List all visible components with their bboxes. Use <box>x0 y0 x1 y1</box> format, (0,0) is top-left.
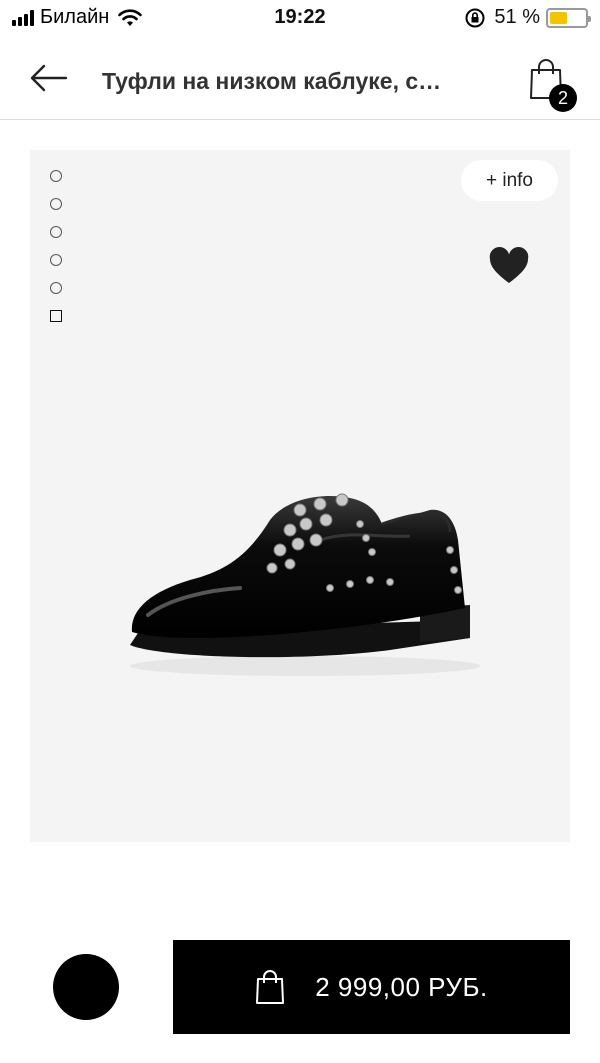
pager-dot[interactable] <box>50 254 62 266</box>
battery-level <box>550 11 567 24</box>
pager-dot[interactable] <box>50 198 62 210</box>
app-header: Туфли на низком каблуке, с… 2 <box>0 40 600 120</box>
pager-dot[interactable] <box>50 310 62 322</box>
pager-dot[interactable] <box>50 282 62 294</box>
cart-button[interactable]: 2 <box>526 54 580 112</box>
product-image-shoe <box>130 493 480 676</box>
status-bar: Билайн 19:22 51 % <box>0 0 600 38</box>
rotation-lock-icon <box>465 8 485 27</box>
price-label: 2 999,00 РУБ. <box>315 971 488 1002</box>
info-button[interactable]: + info <box>461 160 558 201</box>
pager-dot[interactable] <box>50 226 62 238</box>
battery-icon <box>546 7 591 28</box>
battery-tip <box>588 15 591 22</box>
heart-icon[interactable] <box>488 246 530 286</box>
battery-percent: 51 % <box>494 6 540 28</box>
shopping-bag-icon <box>256 970 285 1004</box>
arrow-left-icon[interactable] <box>26 60 70 96</box>
cart-count-badge: 2 <box>549 84 577 112</box>
image-pager <box>50 170 62 322</box>
status-right: 51 % <box>464 6 591 29</box>
pager-dot[interactable] <box>50 170 62 182</box>
page-title: Туфли на низком каблуке, с… <box>102 68 442 94</box>
product-image-gallery[interactable]: + info <box>30 150 570 842</box>
add-to-cart-button[interactable]: 2 999,00 РУБ. <box>173 940 570 1034</box>
color-swatch-black[interactable] <box>53 954 119 1020</box>
